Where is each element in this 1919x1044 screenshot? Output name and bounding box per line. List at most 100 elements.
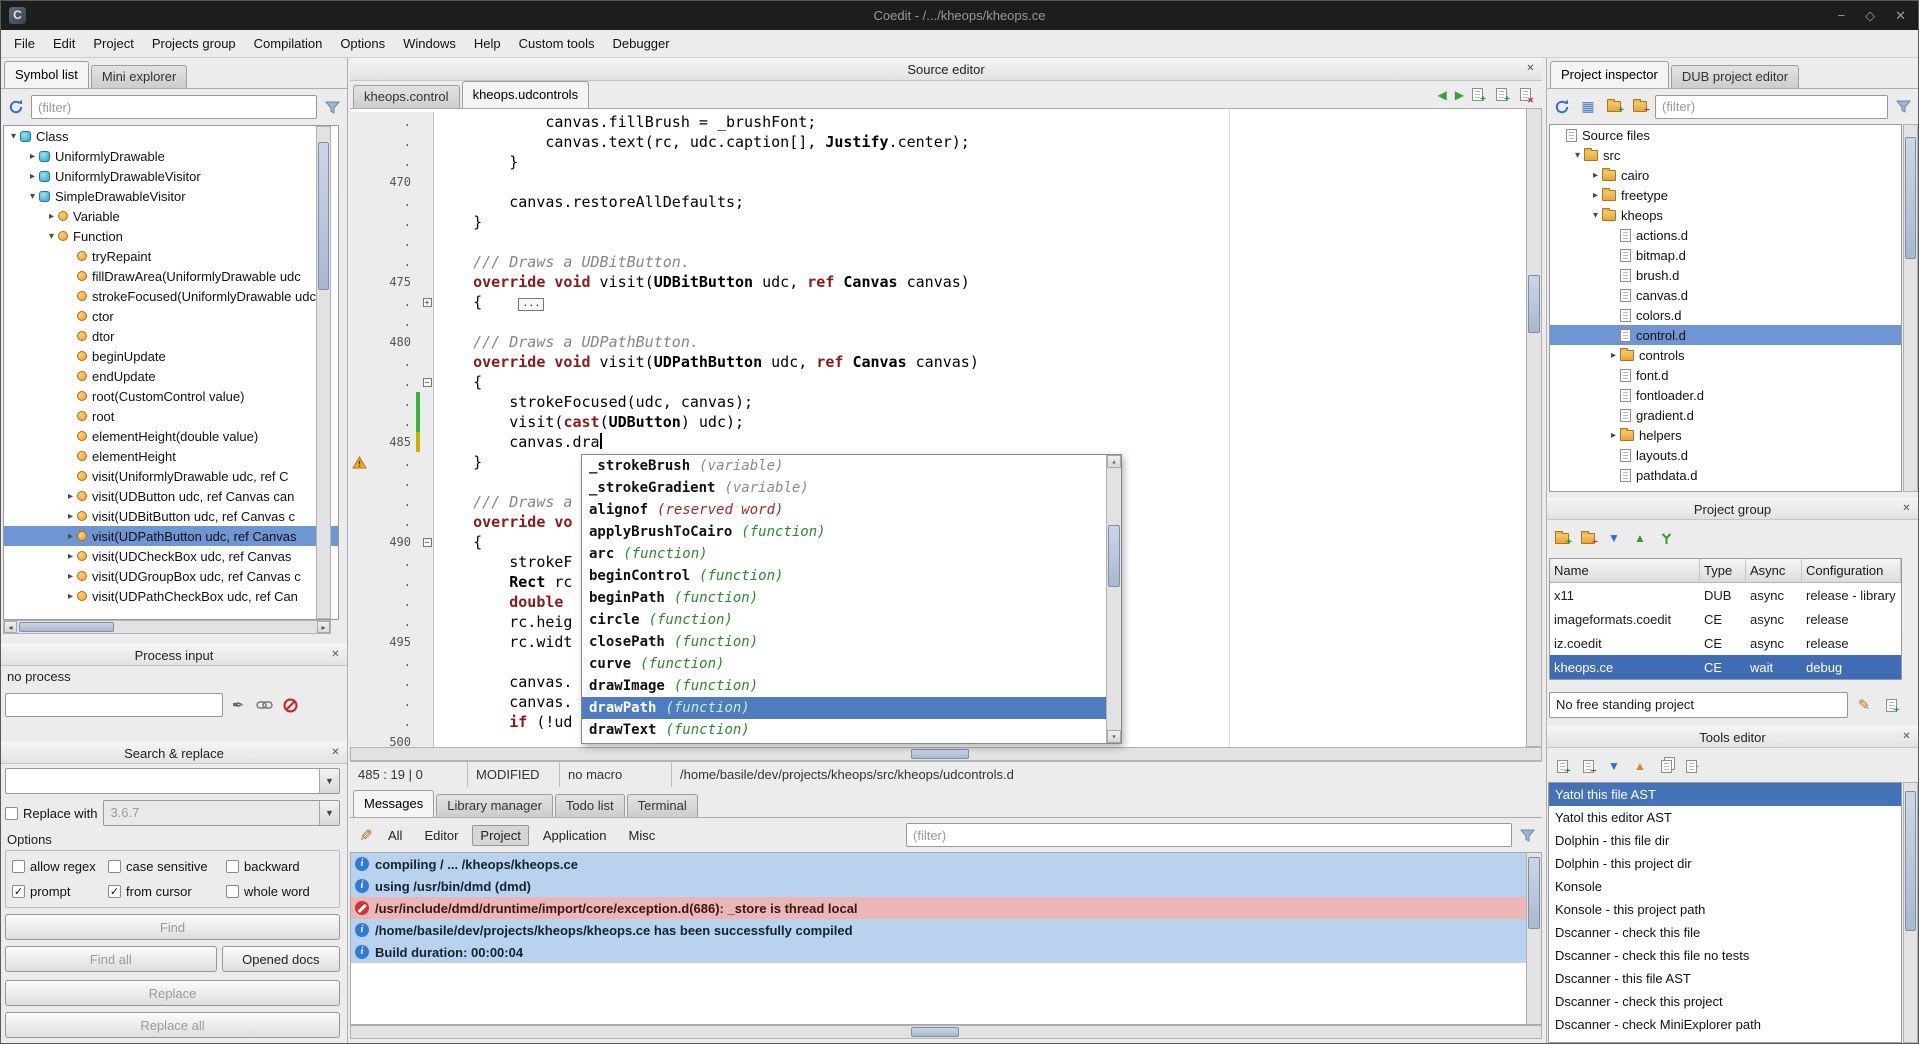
tool-item[interactable]: Dscanner - this file AST [1549, 967, 1901, 990]
code-line[interactable]: 480 /// Draws a UDPathButton. [350, 332, 1542, 352]
files-tree-item[interactable]: ▸controls [1550, 345, 1901, 365]
new-free-project-icon[interactable] [1880, 694, 1902, 716]
symbol-tree-item[interactable]: root(CustomControl value) [4, 386, 338, 406]
kill-process-icon[interactable] [279, 694, 301, 716]
menu-item-project[interactable]: Project [84, 31, 142, 56]
tool-item[interactable]: Dscanner - check MiniExplorer path [1549, 1013, 1901, 1036]
tab-symbol-list[interactable]: Symbol list [4, 61, 89, 88]
code-line[interactable]: .− { [350, 372, 1542, 392]
edit-free-project-icon[interactable]: ✎ [1853, 694, 1875, 716]
expander-icon[interactable]: ▾ [45, 231, 58, 242]
completion-item[interactable]: beginControl(function) [582, 565, 1106, 587]
menu-item-edit[interactable]: Edit [44, 31, 84, 56]
option-backward[interactable]: backward [226, 858, 333, 875]
process-input-field[interactable] [5, 693, 223, 717]
tab-kheops-udcontrols[interactable]: kheops.udcontrols [462, 81, 590, 108]
close-button[interactable]: ✕ [1895, 8, 1906, 24]
completion-item[interactable]: drawPath(function) [582, 697, 1106, 719]
completion-item[interactable]: closePath(function) [582, 631, 1106, 653]
close-source-editor-icon[interactable]: ✕ [1524, 63, 1537, 76]
tool-item[interactable]: Konsole - this project path [1549, 898, 1901, 921]
close-search-replace-icon[interactable]: ✕ [329, 747, 342, 760]
editor-vscrollbar-thumb[interactable] [1528, 275, 1540, 333]
files-tree-item[interactable]: ▸helpers [1550, 425, 1901, 445]
minimize-button[interactable]: − [1838, 8, 1846, 23]
remove-tool-icon[interactable] [1577, 755, 1599, 777]
files-tree-item[interactable]: pathdata.d [1550, 465, 1901, 485]
completion-scrollbar[interactable]: ▴ ▾ [1106, 455, 1121, 743]
messages-vscrollbar[interactable] [1526, 853, 1541, 1024]
symbol-tree-item[interactable]: ▸visit(UDCheckBox udc, ref Canvas [4, 546, 338, 566]
symbol-tree-item[interactable]: ▾Class [4, 126, 338, 146]
code-line[interactable]: . canvas.text(rc, udc.caption[], Justify… [350, 132, 1542, 152]
group-branch-icon[interactable] [1655, 527, 1677, 549]
messages-hscrollbar[interactable] [350, 1025, 1542, 1039]
expander-icon[interactable]: ▾ [1571, 150, 1584, 161]
fold-marker-icon[interactable]: − [421, 532, 434, 552]
completion-item[interactable]: alignof(reserved word) [582, 499, 1106, 521]
code-line[interactable]: . override void visit(UDPathButton udc, … [350, 352, 1542, 372]
code-line[interactable]: . visit(cast(UDButton) udc); [350, 412, 1542, 432]
move-up-icon[interactable]: ▲ [1629, 527, 1651, 549]
files-tree-vscrollbar[interactable] [1903, 124, 1918, 492]
replace-with-checkbox-box[interactable] [5, 807, 18, 820]
menu-item-help[interactable]: Help [465, 31, 510, 56]
messages-vscrollbar-thumb[interactable] [1528, 857, 1540, 929]
symbol-tree-item[interactable]: ▸visit(UDButton udc, ref Canvas can [4, 486, 338, 506]
expander-icon[interactable]: ▸ [26, 171, 39, 182]
new-source-icon[interactable] [1472, 88, 1483, 101]
completion-item[interactable]: curve(function) [582, 653, 1106, 675]
fold-marker-icon[interactable]: − [421, 372, 434, 392]
close-tools-editor-icon[interactable]: ✕ [1900, 731, 1913, 744]
funnel-icon[interactable] [1892, 96, 1914, 118]
replace-with-checkbox[interactable]: Replace with [5, 806, 97, 821]
tab-library-manager[interactable]: Library manager [436, 794, 553, 817]
message-row[interactable]: /usr/include/dmd/druntime/import/core/ex… [351, 897, 1541, 919]
symbol-tree-item[interactable]: visit(UniformlyDrawable udc, ref C [4, 466, 338, 486]
symbol-tree-item[interactable]: ▸visit(UDPathButton udc, ref Canvas [4, 526, 338, 546]
completion-item[interactable]: arc(function) [582, 543, 1106, 565]
tools-list-vscrollbar-thumb[interactable] [1905, 791, 1916, 931]
tab-mini-explorer[interactable]: Mini explorer [91, 65, 187, 88]
add-tool-icon[interactable] [1551, 755, 1573, 777]
editor-hscrollbar[interactable] [350, 747, 1542, 761]
symbol-tree-item[interactable]: ▸visit(UDGroupBox udc, ref Canvas c [4, 566, 338, 586]
expander-icon[interactable]: ▸ [64, 531, 77, 542]
chevron-down-icon[interactable]: ▼ [319, 801, 339, 825]
remove-project-icon[interactable] [1577, 527, 1599, 549]
tab-dub-project-editor[interactable]: DUB project editor [1671, 65, 1799, 88]
files-tree-item[interactable]: fontloader.d [1550, 385, 1901, 405]
refresh-icon[interactable] [1551, 96, 1573, 118]
symbol-tree-item[interactable]: root [4, 406, 338, 426]
completion-item[interactable]: _strokeBrush(variable) [582, 455, 1106, 477]
expander-icon[interactable]: ▸ [45, 211, 58, 222]
tool-item[interactable]: Dscanner - check this file [1549, 921, 1901, 944]
code-line[interactable]: 470 [350, 172, 1542, 192]
checkbox-allow-regex[interactable] [12, 860, 25, 873]
project-filter-input[interactable] [1655, 95, 1888, 119]
files-tree-item[interactable]: ▸freetype [1550, 185, 1901, 205]
maximize-button[interactable]: ◇ [1865, 8, 1875, 24]
messages-filter-input[interactable] [906, 823, 1512, 847]
expander-icon[interactable]: ▸ [64, 511, 77, 522]
filter-misc[interactable]: Misc [621, 825, 664, 846]
completion-item[interactable]: applyBrushToCairo(function) [582, 521, 1106, 543]
run-tool-icon[interactable]: ▶ [1681, 755, 1703, 777]
pipe-icon[interactable] [253, 694, 275, 716]
symbol-tree-item[interactable]: fillDrawArea(UniformlyDrawable udc [4, 266, 338, 286]
editor-hscrollbar-thumb[interactable] [911, 749, 969, 759]
files-tree-item[interactable]: ▾src [1550, 145, 1901, 165]
option-case-sensitive[interactable]: case sensitive [108, 858, 226, 875]
editor-vscrollbar[interactable] [1526, 109, 1542, 747]
expander-icon[interactable]: ▸ [64, 571, 77, 582]
code-line[interactable]: . /// Draws a UDBitButton. [350, 252, 1542, 272]
menu-item-options[interactable]: Options [331, 31, 394, 56]
checkbox-case-sensitive[interactable] [108, 860, 121, 873]
completion-scrollbar-thumb[interactable] [1108, 525, 1120, 587]
code-line[interactable]: . strokeFocused(udc, canvas); [350, 392, 1542, 412]
option-prompt[interactable]: ✓prompt [12, 884, 108, 901]
add-folder-icon[interactable] [1603, 96, 1625, 118]
message-row[interactable]: icompiling / ... /kheops/kheops.ce [351, 853, 1541, 875]
close-process-input-icon[interactable]: ✕ [329, 649, 342, 662]
menu-item-custom-tools[interactable]: Custom tools [510, 31, 604, 56]
